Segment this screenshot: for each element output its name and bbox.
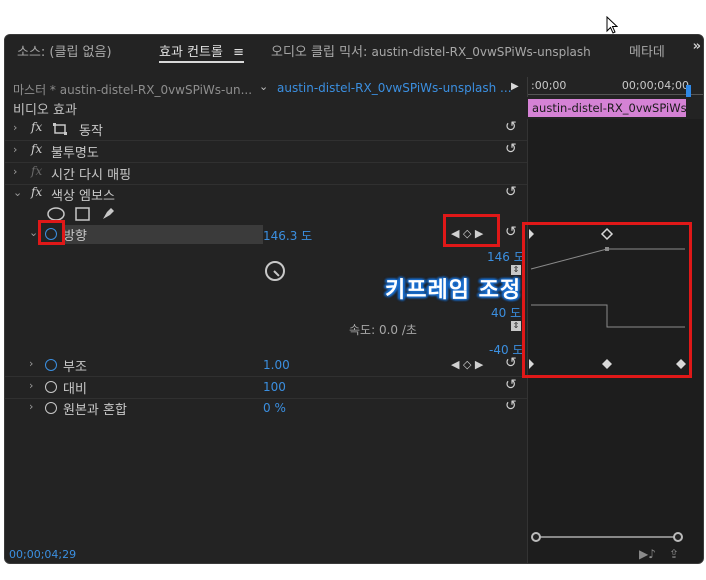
param-row-relief[interactable]: › 부조 1.00 ◀ ◇ ▶ ↺ [5, 355, 527, 376]
chevron-right-icon[interactable]: › [29, 379, 33, 392]
stopwatch-icon[interactable] [45, 402, 57, 414]
stopwatch-icon[interactable] [45, 381, 57, 393]
effect-row-time-remapping[interactable]: › fx 시간 다시 매핑 [5, 163, 527, 184]
chevron-down-icon[interactable]: ⌄ [29, 226, 38, 239]
reset-icon[interactable]: ↺ [505, 141, 517, 157]
scrollbar-track [537, 536, 677, 538]
fx-icon[interactable]: fx [31, 142, 42, 156]
param-name: 방향 [63, 229, 87, 244]
timeline-end-time: 00;00;04;00 [621, 79, 689, 92]
fx-icon[interactable]: fx [31, 120, 42, 134]
current-timecode[interactable]: 00;00;04;29 [9, 548, 76, 561]
reset-icon[interactable]: ↺ [505, 184, 517, 200]
param-row-blend[interactable]: › 원본과 혼합 0 % ↺ [5, 398, 527, 419]
reset-icon[interactable]: ↺ [505, 119, 517, 135]
chevron-right-icon[interactable]: › [13, 143, 17, 156]
param-value[interactable]: 146.3 도 [263, 227, 312, 244]
annotation-label: 키프레임 조정 [385, 278, 522, 303]
effect-name: 색상 엠보스 [51, 189, 115, 204]
reset-icon[interactable]: ↺ [505, 377, 517, 393]
effect-row-motion[interactable]: › fx 동작 ↺ [5, 119, 527, 140]
tab-audio-clip-mixer[interactable]: 오디오 클립 믹서: austin-distel-RX_0vwSPiWs-uns… [271, 41, 591, 60]
reset-icon[interactable]: ↺ [505, 355, 517, 371]
tab-audio-clip-mixer-clip: austin-distel-RX_0vwSPiWs-unsplash [371, 45, 591, 59]
tab-metadata[interactable]: 메타데 [629, 41, 665, 60]
panel-tab-bar: 소스: (클립 없음) 효과 컨트롤 ≡ 오디오 클립 믹서: austin-d… [5, 35, 703, 65]
clip-selector-bar: 마스터 * austin-distel-RX_0vwSPiWs-un... ⌄ … [5, 77, 527, 99]
tab-effect-controls-label: 효과 컨트롤 [159, 45, 223, 60]
param-name: 대비 [63, 382, 87, 397]
param-value[interactable]: 100 [263, 380, 286, 394]
chevron-right-icon[interactable]: › [29, 400, 33, 413]
param-row-contrast[interactable]: › 대비 100 ↺ [5, 377, 527, 398]
play-audio-icon[interactable]: ▶♪ [639, 547, 656, 561]
stopwatch-icon[interactable] [45, 359, 57, 371]
speed-readout: 속도: 0.0 /초 [349, 323, 417, 337]
pen-mask-icon[interactable] [101, 205, 117, 221]
graph-mid-label: 40 도 [491, 306, 522, 320]
graph-max-label: 146 도 [487, 250, 525, 264]
chevron-down-icon[interactable]: ⌄ [13, 186, 22, 199]
fx-icon[interactable]: fx [31, 185, 42, 199]
playhead[interactable] [686, 85, 691, 97]
timeline-clip[interactable]: austin-distel-RX_0vwSPiWs-unsplash [528, 99, 686, 117]
keyframe-navigator[interactable]: ◀ ◇ ▶ [451, 358, 483, 371]
tab-effect-controls[interactable]: 효과 컨트롤 ≡ [159, 41, 244, 63]
play-only-clip-icon[interactable]: ▶ [511, 81, 519, 92]
effect-row-opacity[interactable]: › fx 불투명도 ↺ [5, 141, 527, 162]
keyframe-timeline-highlight-box [522, 222, 692, 378]
param-name: 원본과 혼합 [63, 403, 127, 418]
reset-icon[interactable]: ↺ [505, 224, 517, 240]
master-clip-label[interactable]: 마스터 * austin-distel-RX_0vwSPiWs-un... [13, 81, 257, 98]
tab-source[interactable]: 소스: (클립 없음) [17, 41, 112, 60]
fx-icon[interactable]: fx [31, 164, 42, 178]
param-value[interactable]: 1.00 [263, 358, 290, 372]
chevron-right-icon[interactable]: › [13, 165, 17, 178]
param-value[interactable]: 0 % [263, 401, 286, 415]
more-tabs-icon[interactable]: » [693, 39, 701, 54]
panel-menu-icon[interactable]: ≡ [233, 45, 244, 60]
timeline-zoom-scrollbar[interactable] [531, 532, 683, 542]
chevron-down-icon[interactable]: ⌄ [259, 80, 268, 93]
timeline-start-time: :00;00 [531, 79, 567, 92]
effect-controls-panel: 소스: (클립 없음) 효과 컨트롤 ≡ 오디오 클립 믹서: austin-d… [4, 34, 704, 564]
reset-icon[interactable]: ↺ [505, 398, 517, 414]
ellipse-mask-icon[interactable] [47, 207, 65, 221]
panel-footer: 00;00;04;29 ▶♪ ⇪ [5, 545, 703, 563]
mouse-cursor-icon [606, 16, 618, 34]
scrollbar-handle-left[interactable] [531, 532, 541, 542]
ruler-ticks [528, 94, 703, 95]
active-tab-underline [159, 61, 244, 63]
rectangle-mask-icon[interactable] [75, 207, 91, 221]
export-icon[interactable]: ⇪ [669, 547, 679, 561]
motion-transform-icon [53, 123, 67, 135]
scrollbar-handle-right[interactable] [673, 532, 683, 542]
chevron-right-icon[interactable]: › [13, 121, 17, 134]
timeline-ruler[interactable]: :00;00 00;00;04;00 [527, 77, 703, 97]
effect-name: 시간 다시 매핑 [51, 168, 132, 183]
clip-dropdown[interactable]: austin-distel-RX_0vwSPiWs-unsplash ... [277, 81, 512, 95]
graph-scale-icon[interactable]: ⇕ [511, 321, 521, 331]
keyframe-nav-highlight-box [443, 214, 500, 247]
angle-dial[interactable] [265, 261, 285, 281]
tab-audio-clip-mixer-label: 오디오 클립 믹서: [271, 45, 368, 60]
effect-row-color-emboss[interactable]: ⌄ fx 색상 엠보스 ↺ [5, 184, 527, 205]
video-effects-header: 비디오 효과 [13, 103, 77, 118]
effect-name: 동작 [79, 124, 103, 139]
effect-name: 불투명도 [51, 146, 99, 161]
param-name: 부조 [63, 360, 87, 375]
chevron-right-icon[interactable]: › [29, 357, 33, 370]
stopwatch-highlight-box [38, 220, 65, 245]
